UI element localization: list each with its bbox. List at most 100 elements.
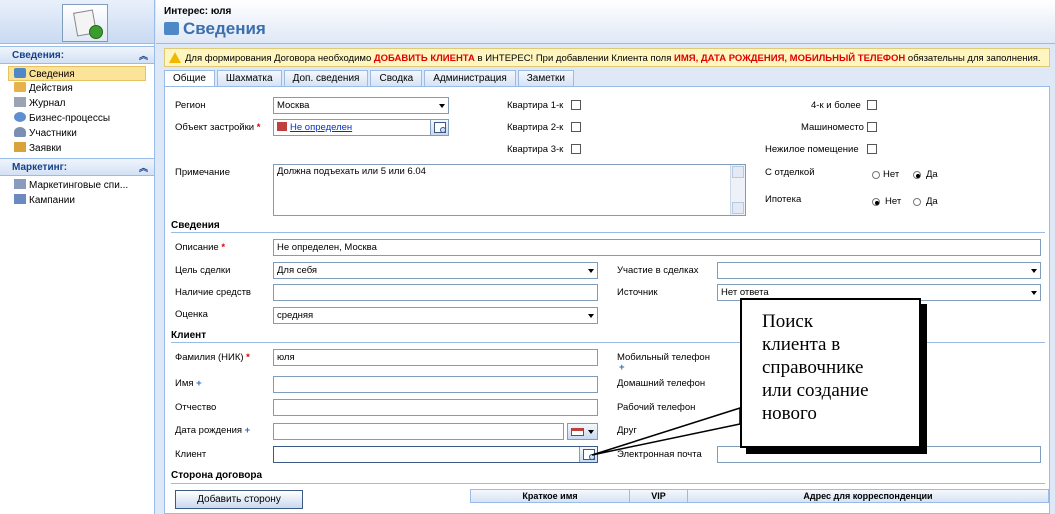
surname-label: Фамилия (НИК) *	[175, 352, 250, 363]
finish-label: С отделкой	[765, 167, 815, 178]
column-header[interactable]: VIP	[630, 490, 688, 503]
participation-select[interactable]	[717, 262, 1041, 279]
nav-group-marketing[interactable]: Маркетинг: ︽	[0, 158, 154, 176]
email-label: Электронная почта	[617, 449, 702, 460]
funds-label: Наличие средств	[175, 287, 251, 298]
note-label: Примечание	[175, 167, 230, 178]
recommended-icon: +	[619, 362, 625, 373]
tab-administration[interactable]: Администрация	[424, 70, 516, 86]
desc-input[interactable]: Не определен, Москва	[273, 239, 1041, 256]
sidebar-item-details[interactable]: Сведения	[8, 66, 146, 81]
desc-label: Описание *	[175, 242, 225, 253]
callout-line: или создание	[762, 380, 869, 401]
region-select[interactable]: Москва	[273, 97, 449, 114]
name-label: Имя +	[175, 378, 202, 389]
campaigns-icon	[14, 194, 26, 204]
section-divider	[171, 483, 1045, 484]
note-scrollbar[interactable]	[730, 165, 745, 215]
required-icon: *	[246, 352, 250, 363]
k4-checkbox[interactable]	[867, 100, 877, 110]
chevron-down-icon	[588, 314, 594, 318]
tab-summary[interactable]: Сводка	[370, 70, 423, 86]
rating-select[interactable]: средняя	[273, 307, 598, 324]
page-title: Сведения	[164, 19, 266, 39]
kv3-label: Квартира 3-к	[507, 144, 564, 155]
sidebar-item-activities[interactable]: Действия	[0, 81, 154, 96]
warning-icon	[169, 52, 181, 63]
sidebar-item-journal[interactable]: Журнал	[0, 96, 154, 111]
sidebar-item-label: Бизнес-процессы	[29, 113, 111, 124]
column-header[interactable]: Краткое имя	[471, 490, 630, 503]
kv2-checkbox[interactable]	[571, 122, 581, 132]
desc-label-text: Описание	[175, 242, 219, 253]
sidebar-item-label: Сведения	[29, 69, 75, 80]
sidebar-item-marketing-lists[interactable]: Маркетинговые спи...	[0, 178, 154, 193]
birth-date-input[interactable]	[273, 423, 564, 440]
calendar-icon	[571, 428, 584, 436]
sidebar-item-participants[interactable]: Участники	[0, 126, 154, 141]
goal-select[interactable]: Для себя	[273, 262, 598, 279]
kv1-checkbox[interactable]	[571, 100, 581, 110]
patronymic-input[interactable]	[273, 399, 598, 416]
tab-notes[interactable]: Заметки	[517, 70, 574, 86]
birth-label-text: Дата рождения	[175, 425, 243, 436]
info-icon	[164, 22, 179, 35]
sidebar-item-label: Кампании	[29, 195, 75, 206]
callout-box: Поиск клиента в справочнике или создание…	[740, 298, 921, 448]
object-link[interactable]: Не определен	[290, 122, 352, 133]
name-input[interactable]	[273, 376, 598, 393]
chevron-down-icon	[1031, 291, 1037, 295]
work-phone-label: Рабочий телефон	[617, 402, 696, 413]
collapse-icon[interactable]: ︽	[139, 47, 148, 65]
object-label-text: Объект застройки	[175, 122, 255, 133]
nav-group-details[interactable]: Сведения: ︽	[0, 46, 154, 64]
sidebar-item-label: Действия	[29, 83, 73, 94]
recommended-icon: +	[244, 425, 251, 436]
email-input[interactable]	[717, 446, 1041, 463]
surname-input[interactable]: юля	[273, 349, 598, 366]
tab-chess[interactable]: Шахматка	[216, 70, 282, 86]
tab-general[interactable]: Общие	[164, 70, 215, 87]
kv3-checkbox[interactable]	[571, 144, 581, 154]
desc-value: Не определен, Москва	[277, 242, 377, 253]
sidebar-item-business-processes[interactable]: Бизнес-процессы	[0, 111, 154, 126]
business-process-icon	[14, 112, 26, 122]
finish-yes-radio[interactable]	[913, 171, 921, 179]
notification-text: в ИНТЕРЕС! При добавлении Клиента поля	[474, 53, 675, 64]
column-header[interactable]: Адрес для корреспонденции	[688, 490, 1048, 503]
requests-icon	[14, 142, 26, 152]
page-title-text: Сведения	[183, 19, 266, 38]
client-lookup[interactable]	[273, 446, 598, 463]
finish-no-radio[interactable]	[872, 171, 880, 179]
required-icon: *	[256, 122, 261, 133]
add-party-button[interactable]: Добавить сторону	[175, 490, 303, 509]
lookup-icon[interactable]	[579, 447, 597, 462]
tab-extra-info[interactable]: Доп. сведения	[283, 70, 369, 86]
mortgage-yes-radio[interactable]	[913, 198, 921, 206]
kv2-label: Квартира 2-к	[507, 122, 564, 133]
sidebar-item-campaigns[interactable]: Кампании	[0, 193, 154, 208]
entity-type-label: Интерес: юля	[164, 6, 232, 17]
calendar-button[interactable]	[567, 423, 598, 440]
mortgage-label: Ипотека	[765, 194, 802, 205]
nonres-label: Нежилое помещение	[765, 144, 859, 155]
goal-label: Цель сделки	[175, 265, 231, 276]
required-icon: *	[221, 242, 226, 253]
recommended-icon: +	[196, 378, 202, 389]
object-lookup[interactable]: Не определен	[273, 119, 449, 136]
section-details-title: Сведения	[171, 220, 220, 231]
parking-checkbox[interactable]	[867, 122, 877, 132]
sidebar-item-requests[interactable]: Заявки	[0, 141, 154, 156]
collapse-icon[interactable]: ︽	[139, 159, 148, 177]
lookup-icon[interactable]	[430, 120, 448, 135]
note-textarea[interactable]: Должна подъехать или 5 или 6.04	[273, 164, 746, 216]
building-icon	[277, 122, 287, 131]
marketing-list-icon	[14, 179, 26, 189]
nonres-checkbox[interactable]	[867, 144, 877, 154]
notification-highlight: ИМЯ, ДАТА РОЖДЕНИЯ, МОБИЛЬНЫЙ ТЕЛЕФОН	[674, 53, 906, 64]
mortgage-no-label: Нет	[885, 196, 902, 207]
funds-input[interactable]	[273, 284, 598, 301]
note-value: Должна подъехать или 5 или 6.04	[277, 166, 426, 177]
mortgage-no-radio[interactable]	[872, 198, 880, 206]
chevron-down-icon	[1031, 269, 1037, 273]
